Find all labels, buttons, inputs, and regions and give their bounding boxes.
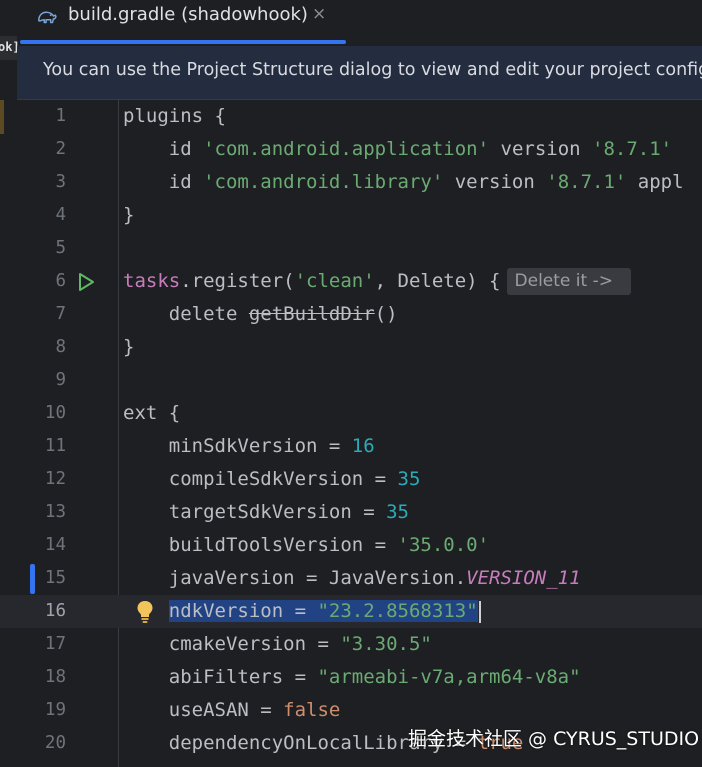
line-number: 20 xyxy=(44,733,66,753)
run-task-icon[interactable] xyxy=(76,272,96,292)
active-tab-indicator xyxy=(20,40,346,44)
code-text: plugins { xyxy=(123,105,226,127)
code-line-9[interactable]: 9 xyxy=(0,364,702,397)
code-line-7[interactable]: 7 delete getBuildDir() xyxy=(0,298,702,331)
banner-text: You can use the Project Structure dialog… xyxy=(43,60,702,80)
gradle-elephant-icon xyxy=(38,11,57,24)
code-text: id 'com.android.library' version '8.7.1'… xyxy=(123,171,684,193)
line-number: 13 xyxy=(44,502,66,522)
text-caret xyxy=(478,600,481,623)
code-text: javaVersion = JavaVersion.VERSION_11 xyxy=(123,567,581,589)
line-number: 11 xyxy=(44,436,66,456)
code-line-3[interactable]: 3 id 'com.android.library' version '8.7.… xyxy=(0,166,702,199)
line-number: 7 xyxy=(55,304,66,324)
code-text: compileSdkVersion = 35 xyxy=(123,468,421,490)
line-number: 2 xyxy=(55,139,66,159)
line-number: 1 xyxy=(55,106,66,126)
project-structure-banner: You can use the Project Structure dialog… xyxy=(17,46,702,100)
close-icon[interactable]: × xyxy=(312,4,326,24)
line-number: 4 xyxy=(55,205,66,225)
line-number: 18 xyxy=(44,667,66,687)
line-number: 17 xyxy=(44,634,66,654)
code-text: useASAN = false xyxy=(123,699,341,721)
code-text: minSdkVersion = 16 xyxy=(123,435,375,457)
code-line-15[interactable]: 15 javaVersion = JavaVersion.VERSION_11 xyxy=(0,562,702,595)
line-number: 3 xyxy=(55,172,66,192)
code-text: tasks.register('clean', Delete) {Delete … xyxy=(123,265,631,298)
line-number: 15 xyxy=(44,568,66,588)
code-line-1[interactable]: 1 plugins { xyxy=(0,100,702,133)
watermark: 掘金技术社区 @ CYRUS_STUDIO xyxy=(408,728,700,750)
code-line-14[interactable]: 14 buildToolsVersion = '35.0.0' xyxy=(0,529,702,562)
code-line-12[interactable]: 12 compileSdkVersion = 35 xyxy=(0,463,702,496)
code-text: ext { xyxy=(123,402,181,424)
code-line-19[interactable]: 19 useASAN = false xyxy=(0,694,702,727)
line-number: 12 xyxy=(44,469,66,489)
editor-tab-bar: build.gradle (shadowhook) × xyxy=(0,0,702,45)
code-text: id 'com.android.application' version '8.… xyxy=(123,138,673,160)
code-line-2[interactable]: 2 id 'com.android.application' version '… xyxy=(0,133,702,166)
line-number: 16 xyxy=(44,601,66,621)
code-line-17[interactable]: 17 cmakeVersion = "3.30.5" xyxy=(0,628,702,661)
inlay-hint[interactable]: Delete it -> xyxy=(506,268,631,295)
code-text: abiFilters = "armeabi-v7a,arm64-v8a" xyxy=(123,666,581,688)
code-editor[interactable]: 1 plugins { 2 id 'com.android.applicatio… xyxy=(0,100,702,767)
tab-label: build.gradle (shadowhook) xyxy=(68,4,308,25)
line-number: 5 xyxy=(55,238,66,258)
line-number: 10 xyxy=(44,403,66,423)
code-text: cmakeVersion = "3.30.5" xyxy=(123,633,432,655)
code-text: } xyxy=(123,204,135,226)
code-text: delete getBuildDir() xyxy=(123,303,398,325)
line-number: 19 xyxy=(44,700,66,720)
code-line-16-current[interactable]: 16 ndkVersion = "23.2.8568313" xyxy=(0,595,702,628)
line-number: 14 xyxy=(44,535,66,555)
line-number: 6 xyxy=(55,271,66,291)
selected-text[interactable]: ndkVersion = "23.2.8568313" xyxy=(168,600,478,622)
code-line-18[interactable]: 18 abiFilters = "armeabi-v7a,arm64-v8a" xyxy=(0,661,702,694)
code-text: } xyxy=(123,336,135,358)
code-text: targetSdkVersion = 35 xyxy=(123,501,409,523)
code-text: buildToolsVersion = '35.0.0' xyxy=(123,534,490,556)
code-line-4[interactable]: 4 } xyxy=(0,199,702,232)
code-line-5[interactable]: 5 xyxy=(0,232,702,265)
code-line-13[interactable]: 13 targetSdkVersion = 35 xyxy=(0,496,702,529)
code-line-8[interactable]: 8 } xyxy=(0,331,702,364)
code-line-10[interactable]: 10 ext { xyxy=(0,397,702,430)
code-line-11[interactable]: 11 minSdkVersion = 16 xyxy=(0,430,702,463)
line-number: 9 xyxy=(55,370,66,390)
code-line-6[interactable]: 6 tasks.register('clean', Delete) {Delet… xyxy=(0,265,702,298)
line-number: 8 xyxy=(55,337,66,357)
code-text: ndkVersion = "23.2.8568313" xyxy=(123,595,481,628)
